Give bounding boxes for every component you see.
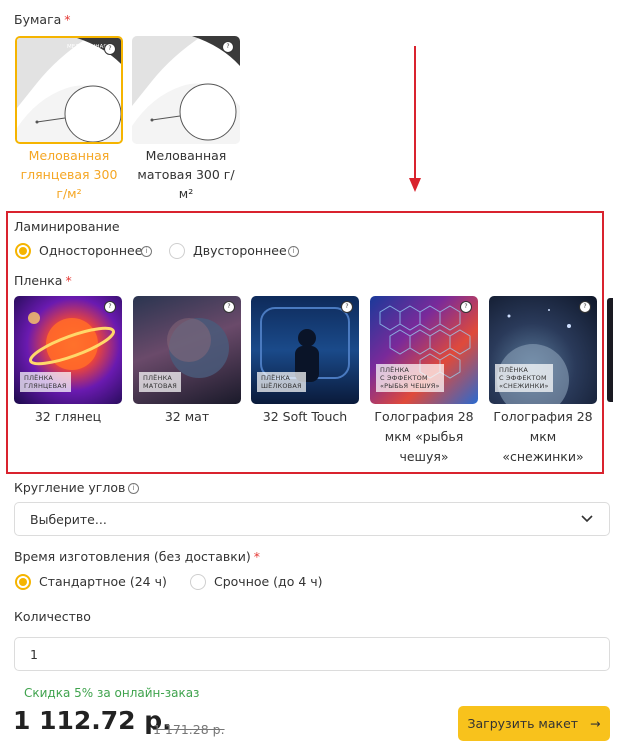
corners-select-value: Выберите... (30, 512, 107, 527)
quantity-input[interactable]: 1 (14, 637, 610, 671)
paper-name-line: глянцевая 300 (20, 167, 118, 182)
film-option-soft-touch[interactable]: ПЛЁНКА ШЁЛКОВАЯ ? (251, 296, 359, 404)
info-badge-icon[interactable]: ? (579, 301, 591, 313)
film-name-line: Голография 28 (374, 409, 474, 424)
film-option-matte[interactable]: ПЛЁНКА МАТОВАЯ ? (133, 296, 241, 404)
discount-text: Скидка 5% за онлайн-заказ (24, 686, 200, 700)
paper-option-matte-name[interactable]: Мелованная матовая 300 г/ м² (128, 146, 244, 203)
film-name-line: Голография 28 (493, 409, 593, 424)
carousel-next-card-edge[interactable] (607, 298, 613, 402)
old-price: 1 171.28 р. (153, 722, 225, 737)
info-icon[interactable]: i (141, 246, 152, 257)
film-label-text: Пленка (14, 273, 63, 288)
chevron-down-icon (581, 515, 593, 523)
film-name-line: 32 глянец (34, 409, 102, 424)
film-tag: ПЛЁНКА ШЁЛКОВАЯ (257, 372, 306, 392)
film-option-matte-name[interactable]: 32 мат (129, 407, 245, 427)
paper-logo-text: МЕЛОВАННАЯ ГЛЯНЦЕВАЯ (67, 44, 108, 56)
current-price: 1 112.72 р. (13, 706, 172, 735)
film-option-soft-touch-name[interactable]: 32 Soft Touch (247, 407, 363, 427)
annotation-arrow-icon (409, 46, 421, 192)
film-option-holo-snowflakes[interactable]: ПЛЁНКА С ЭФФЕКТОМ «СНЕЖИНКИ» ? (489, 296, 597, 404)
production-standard-radio[interactable] (15, 574, 31, 590)
info-badge-icon[interactable]: ? (223, 301, 235, 313)
production-standard-label[interactable]: Стандартное (24 ч) (39, 574, 167, 589)
film-name-line: 32 мат (164, 409, 210, 424)
paper-option-glossy-name[interactable]: Мелованная глянцевая 300 г/м² (11, 146, 127, 203)
paper-roll-image (132, 36, 240, 144)
info-badge-icon[interactable]: ? (460, 301, 472, 313)
production-time-label: Время изготовления (без доставки) * (14, 549, 260, 564)
required-mark: * (65, 273, 72, 288)
film-tag: ПЛЁНКА С ЭФФЕКТОМ «СНЕЖИНКИ» (495, 364, 553, 392)
lamination-one-sided-radio[interactable] (15, 243, 31, 259)
production-urgent-radio[interactable] (190, 574, 206, 590)
paper-label-text: Бумага (14, 12, 62, 27)
required-mark: * (253, 549, 261, 564)
info-icon[interactable]: i (128, 483, 139, 494)
upload-layout-button-label: Загрузить макет (467, 716, 579, 731)
film-option-holo-snowflakes-name[interactable]: Голография 28 мкм «снежинки» (485, 407, 601, 467)
film-option-glossy-name[interactable]: 32 глянец (10, 407, 126, 427)
film-option-holo-fish-scale[interactable]: ПЛЁНКА С ЭФФЕКТОМ «РЫБЬЯ ЧЕШУЯ» ? (370, 296, 478, 404)
arrow-right-icon: → (590, 716, 601, 731)
info-badge-icon[interactable]: ? (222, 41, 234, 53)
paper-name-line: г/м² (56, 186, 82, 201)
info-icon[interactable]: i (288, 246, 299, 257)
lamination-two-sided-radio[interactable] (169, 243, 185, 259)
quantity-value: 1 (30, 647, 38, 662)
paper-name-line: Мелованная (145, 148, 227, 163)
film-tag: ПЛЁНКА ГЛЯНЦЕВАЯ (20, 372, 71, 392)
paper-name-line: матовая 300 г/ (137, 167, 235, 182)
film-tag: ПЛЁНКА С ЭФФЕКТОМ «РЫБЬЯ ЧЕШУЯ» (376, 364, 444, 392)
film-tag: ПЛЁНКА МАТОВАЯ (139, 372, 181, 392)
film-label: Пленка * (14, 273, 72, 288)
quantity-label: Количество (14, 609, 91, 624)
lamination-two-sided-label[interactable]: Двустороннее (193, 243, 287, 258)
required-mark: * (64, 12, 71, 27)
paper-label: Бумага * (14, 12, 71, 27)
paper-option-glossy[interactable]: МЕЛОВАННАЯ ГЛЯНЦЕВАЯ ? (15, 36, 123, 144)
film-option-glossy[interactable]: ПЛЁНКА ГЛЯНЦЕВАЯ ? (14, 296, 122, 404)
film-name-line: «снежинки» (502, 449, 584, 464)
production-urgent-label[interactable]: Срочное (до 4 ч) (214, 574, 323, 589)
info-badge-icon[interactable]: ? (104, 43, 116, 55)
film-name-line: мкм «рыбья (384, 429, 464, 444)
production-time-label-text: Время изготовления (без доставки) (14, 549, 251, 564)
corners-label: Кругление углов (14, 480, 126, 495)
corners-select[interactable]: Выберите... (14, 502, 610, 536)
paper-option-matte[interactable]: ? (132, 36, 240, 144)
upload-layout-button[interactable]: Загрузить макет → (458, 706, 610, 741)
lamination-one-sided-label[interactable]: Одностороннее (39, 243, 142, 258)
paper-name-line: м² (178, 186, 194, 201)
paper-name-line: Мелованная (28, 148, 110, 163)
info-badge-icon[interactable]: ? (341, 301, 353, 313)
film-name-line: чешуя» (399, 449, 449, 464)
film-option-holo-fish-scale-name[interactable]: Голография 28 мкм «рыбья чешуя» (366, 407, 482, 467)
film-name-line: 32 Soft Touch (262, 409, 348, 424)
lamination-label: Ламинирование (14, 219, 120, 234)
info-badge-icon[interactable]: ? (104, 301, 116, 313)
film-name-line: мкм (529, 429, 557, 444)
